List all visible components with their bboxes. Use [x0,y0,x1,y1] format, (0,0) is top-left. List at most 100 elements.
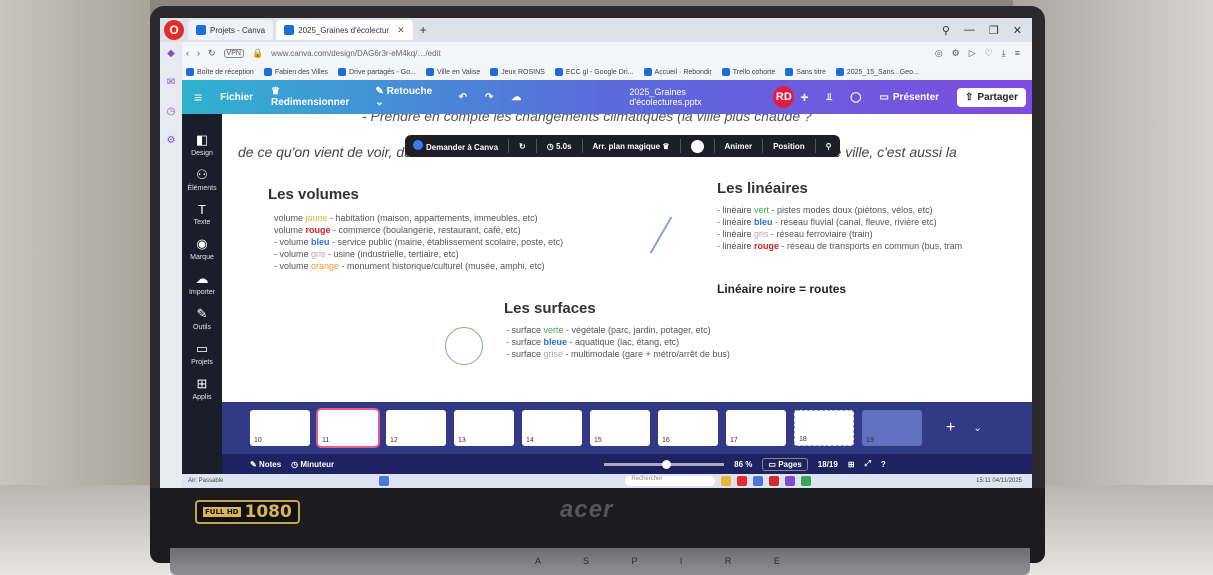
acrobat-icon[interactable] [769,476,780,486]
page-thumbnail[interactable]: 12 [386,410,446,446]
surfaces-title[interactable]: Les surfaces [504,300,596,317]
zoom-slider[interactable] [604,459,725,469]
rail-item-elements[interactable]: ⚇ Éléments [187,167,216,192]
lineaire-noire-text[interactable]: Linéaire noire = routes [717,282,846,296]
zoom-level[interactable]: 86 % [734,460,752,469]
page-thumbnail[interactable]: 18 [794,410,854,446]
paint-format-icon[interactable]: ⚲ [826,142,832,151]
zoom-slider-knob[interactable] [662,459,672,469]
bookmark-item[interactable]: 2025_15_Sans...Geo... [835,68,919,76]
duration-button[interactable]: ◷ 5.0s [547,142,572,151]
chevron-down-icon[interactable]: ⌄ [973,423,981,434]
bookmark-item[interactable]: Trello cohorte [721,68,775,76]
clock[interactable]: 15:11 04/11/2025 [976,478,1032,484]
taskbar-search[interactable]: Rechercher [625,476,716,486]
refresh-icon[interactable]: ↻ [519,142,526,151]
bookmark-item[interactable]: Boîte de réception [186,68,254,76]
edge-icon[interactable] [753,476,764,486]
reload-icon[interactable]: ↻ [208,48,216,59]
heart-icon[interactable]: ♡ [985,48,993,59]
slide-text-line-1[interactable]: - Prendre en compte les changements clim… [362,114,812,124]
notes-button[interactable]: ✎ Notes [250,460,281,469]
add-collaborator-icon[interactable]: + [800,89,808,105]
position-button[interactable]: Position [773,142,805,151]
close-tab-icon[interactable]: ✕ [397,25,405,36]
undo-icon[interactable]: ↶ [459,92,467,103]
url-field[interactable]: www.canva.com/design/DAG6r3r-eM4kq/…/edi… [271,49,440,58]
bookmark-item[interactable]: Accueil · Rebondir [643,68,712,76]
forward-icon[interactable]: › [197,48,200,58]
play-icon[interactable]: ▷ [969,48,976,59]
volumes-list[interactable]: volume jaune - habitation (maison, appar… [274,212,563,272]
download-icon[interactable]: ⤓ [1002,48,1006,59]
search-icon[interactable]: ⚲ [942,24,950,37]
menu-icon[interactable]: ≡ [1015,48,1020,59]
surfaces-list[interactable]: - surface verte - végétale (parc, jardin… [506,324,730,360]
rail-item-design[interactable]: ◧ Design [191,132,213,157]
page-thumbnail[interactable]: 15 [590,410,650,446]
present-button[interactable]: ▭ Présenter [879,92,939,103]
timer-button[interactable]: ◷ Minuteur [291,460,334,469]
browser-tab-projects[interactable]: Projets - Canva [188,20,274,40]
stats-icon[interactable]: ⫫ [827,92,833,103]
page-thumbnail[interactable]: 19 [862,410,922,446]
app-icon[interactable] [785,476,796,486]
bg-remove-button[interactable]: Arr. plan magique ♛ [593,142,670,151]
page-thumbnail[interactable]: 13 [454,410,514,446]
maximize-icon[interactable]: ❐ [989,24,999,37]
volumes-title[interactable]: Les volumes [268,186,359,203]
bookmark-item[interactable]: ECC gl - Google Dri... [554,68,634,76]
camera-icon[interactable]: ◎ [935,48,943,59]
add-page-button[interactable]: + [946,419,955,437]
sidebar-settings-icon[interactable]: ⚙ [167,135,176,146]
close-icon[interactable]: ✕ [1013,24,1022,37]
page-thumbnail[interactable]: 14 [522,410,582,446]
rail-item-brand[interactable]: ◉ Marque [190,236,214,261]
weather-widget[interactable]: Air: Passable [182,478,223,484]
sidebar-history-icon[interactable]: ◷ [167,106,176,117]
page-thumbnail[interactable]: 17 [726,410,786,446]
chrome-icon[interactable] [801,476,812,486]
lineaires-list[interactable]: - linéaire vert - pistes modes doux (pié… [717,204,962,252]
opera-browser-icon[interactable] [737,476,748,486]
rail-item-projects[interactable]: ▭ Projets [191,341,213,366]
page-thumbnail[interactable]: 11 [316,408,380,448]
page-thumbnail[interactable]: 16 [658,410,718,446]
rail-item-text[interactable]: T Texte [194,202,211,226]
file-explorer-icon[interactable] [721,476,732,486]
new-tab-button[interactable]: + [420,23,427,37]
hamburger-menu-icon[interactable]: ≡ [194,89,202,105]
bookmark-item[interactable]: Drive partagés - Go... [338,68,416,76]
lineaires-title[interactable]: Les linéaires [717,180,808,197]
resize-menu[interactable]: ♛ Redimensionner [271,86,357,108]
file-menu[interactable]: Fichier [220,92,253,103]
browser-tab-presentation[interactable]: 2025_Graines d'écolectur ✕ [276,20,413,40]
back-icon[interactable]: ‹ [186,48,189,58]
file-name[interactable]: 2025_Graines d'écolectures.pptx [629,87,755,107]
share-button[interactable]: ⇧ Partager [957,87,1026,107]
color-swatch[interactable] [690,139,704,153]
vpn-badge[interactable]: VPN [223,48,244,58]
sidebar-aria-icon[interactable]: ◆ [167,48,175,59]
slide-canvas[interactable]: - Prendre en compte les changements clim… [222,114,1032,402]
sidebar-messenger-icon[interactable]: ✉ [167,77,175,88]
comment-icon[interactable]: ◯ [850,92,861,103]
bookmark-item[interactable]: Fabien des Villes [263,68,328,76]
rail-item-tools[interactable]: ✎ Outils [193,306,211,331]
minimize-icon[interactable]: — [964,24,975,37]
decorative-circle[interactable] [445,327,483,365]
rail-item-upload[interactable]: ☁ Importer [189,271,215,296]
pages-button[interactable]: ▭ Pages [762,457,808,471]
animate-button[interactable]: Animer [725,142,753,151]
windows-start-icon[interactable] [379,476,390,486]
rail-item-apps[interactable]: ⊞ Applis [192,376,211,401]
grid-view-icon[interactable]: ⊞ [848,460,855,469]
fullscreen-icon[interactable]: ⤢ [865,459,871,469]
opera-logo-icon[interactable]: O [164,20,184,40]
avatar[interactable]: RD [773,86,795,108]
extensions-icon[interactable]: ⚙ [952,48,960,59]
bookmark-item[interactable]: Jeux ROSINS [490,68,545,76]
bookmark-item[interactable]: Ville en Valise [425,68,480,76]
redo-icon[interactable]: ↷ [485,92,493,103]
page-thumbnail[interactable]: 10 [250,410,310,446]
